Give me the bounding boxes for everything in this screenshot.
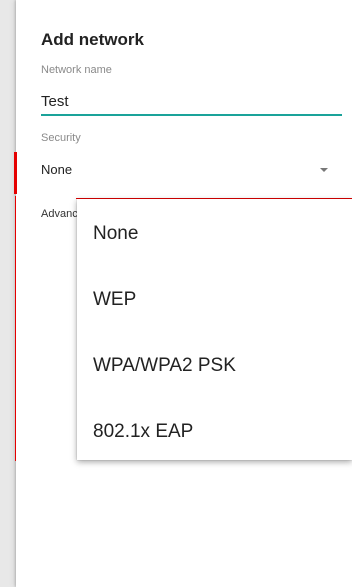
option-label: 802.1x EAP xyxy=(93,421,194,442)
option-label: WEP xyxy=(93,289,137,310)
security-select[interactable]: None xyxy=(41,154,342,188)
security-selected-value: None xyxy=(41,162,73,177)
dialog-title: Add network xyxy=(41,30,144,49)
dropdown-arrow-icon xyxy=(320,168,328,172)
security-label: Security xyxy=(41,132,81,144)
security-dropdown-menu: None WEP WPA/WPA2 PSK 802.1x EAP xyxy=(77,199,352,460)
security-option-none[interactable]: None xyxy=(77,199,352,265)
network-name-input[interactable] xyxy=(41,88,342,116)
advanced-options-toggle[interactable]: Advanced options xyxy=(41,208,77,220)
option-label: WPA/WPA2 PSK xyxy=(93,355,236,376)
security-option-wep[interactable]: WEP xyxy=(77,265,352,331)
security-option-wpa-psk[interactable]: WPA/WPA2 PSK xyxy=(77,331,352,397)
network-name-label: Network name xyxy=(41,64,112,76)
selection-marker xyxy=(14,152,17,194)
option-label: None xyxy=(93,223,139,244)
highlight-border-left xyxy=(15,196,16,461)
security-option-8021x-eap[interactable]: 802.1x EAP xyxy=(77,397,352,463)
